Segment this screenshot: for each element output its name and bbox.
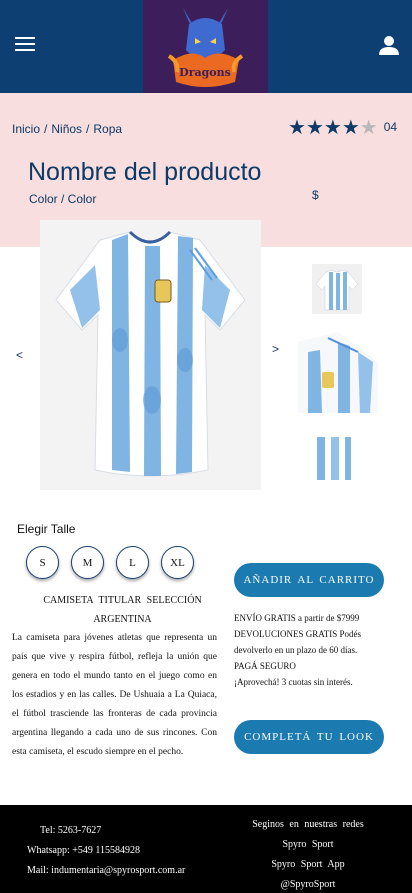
dragon-logo-icon: Dragons (143, 0, 268, 93)
breadcrumb: Inicio / Niños / Ropa (12, 122, 122, 136)
complete-look-button[interactable]: COMPLETÁ TU LOOK (234, 720, 384, 754)
size-selector: S M L XL (26, 546, 194, 579)
footer-follow-label: Seginos en nuestras redes (252, 819, 364, 830)
breadcrumb-home[interactable]: Inicio (12, 122, 40, 136)
breadcrumb-kids[interactable]: Niños (51, 122, 82, 136)
star-filled-icon: ★ (341, 115, 360, 139)
gallery-prev-arrow[interactable]: < (16, 348, 23, 362)
footer-whatsapp[interactable]: Whatsapp: +549 115584928 (27, 841, 185, 861)
product-thumbnail[interactable] (312, 264, 362, 314)
size-label: Elegir Talle (17, 522, 76, 536)
brand-logo[interactable]: Dragons (143, 0, 268, 93)
add-to-cart-button[interactable]: AÑADIR AL CARRITO (234, 563, 384, 597)
hamburger-menu-icon[interactable] (15, 37, 35, 51)
product-thumbnail[interactable] (313, 437, 353, 480)
size-option-m[interactable]: M (71, 546, 104, 579)
user-account-icon[interactable] (378, 34, 400, 56)
footer-mail[interactable]: Mail: indumentaria@spyrosport.com.ar (27, 861, 185, 881)
size-option-xl[interactable]: XL (161, 546, 194, 579)
footer-social-link[interactable]: @SpyroSport (281, 879, 336, 890)
product-price: $ (312, 188, 319, 202)
shipping-free-shipping: ENVÍO GRATIS a partir de $7999 (234, 613, 360, 623)
shipping-free-returns: DEVOLUCIONES GRATIS Podés devolverlo en … (234, 629, 362, 655)
footer-social: Seginos en nuestras redes Spyro Sport Sp… (235, 815, 381, 893)
footer-contact: Tel: 5263-7627 Whatsapp: +549 115584928 … (27, 821, 185, 881)
footer-social-link[interactable]: Spyro Sport App (271, 859, 344, 870)
svg-text:Dragons: Dragons (179, 66, 231, 79)
shipping-info: ENVÍO GRATIS a partir de $7999 DEVOLUCIO… (234, 610, 394, 690)
star-filled-icon: ★ (323, 115, 342, 139)
product-main-image[interactable] (40, 220, 261, 490)
breadcrumb-clothing[interactable]: Ropa (93, 122, 122, 136)
star-empty-icon: ★ (359, 115, 378, 139)
footer-phone: Tel: 5263-7627 (40, 825, 102, 836)
description-body: La camiseta para jóvenes atletas que rep… (12, 633, 217, 757)
app-header: Dragons (0, 0, 412, 93)
shipping-secure-payment: PAGÁ SEGURO (234, 661, 296, 671)
star-filled-icon: ★ (288, 115, 306, 139)
description-title: CAMISETA TITULAR SELECCIÓN ARGENTINA (43, 595, 202, 625)
breadcrumb-separator: / (86, 122, 90, 136)
product-thumbnail[interactable] (298, 332, 378, 413)
product-rating: ★ ★ ★ ★ ★ 04 (288, 117, 397, 137)
gallery-next-arrow[interactable]: > (272, 342, 279, 356)
breadcrumb-separator: / (44, 122, 48, 136)
size-option-s[interactable]: S (26, 546, 59, 579)
footer: Tel: 5263-7627 Whatsapp: +549 115584928 … (0, 805, 412, 893)
product-title: Nombre del producto (28, 158, 262, 186)
size-option-l[interactable]: L (116, 546, 149, 579)
product-color: Color / Color (29, 192, 97, 206)
rating-count: 04 (383, 120, 398, 134)
footer-social-link[interactable]: Spyro Sport (282, 839, 333, 850)
shipping-installments: ¡Aprovechá! 3 cuotas sin interés. (234, 677, 353, 687)
star-filled-icon: ★ (305, 115, 324, 139)
